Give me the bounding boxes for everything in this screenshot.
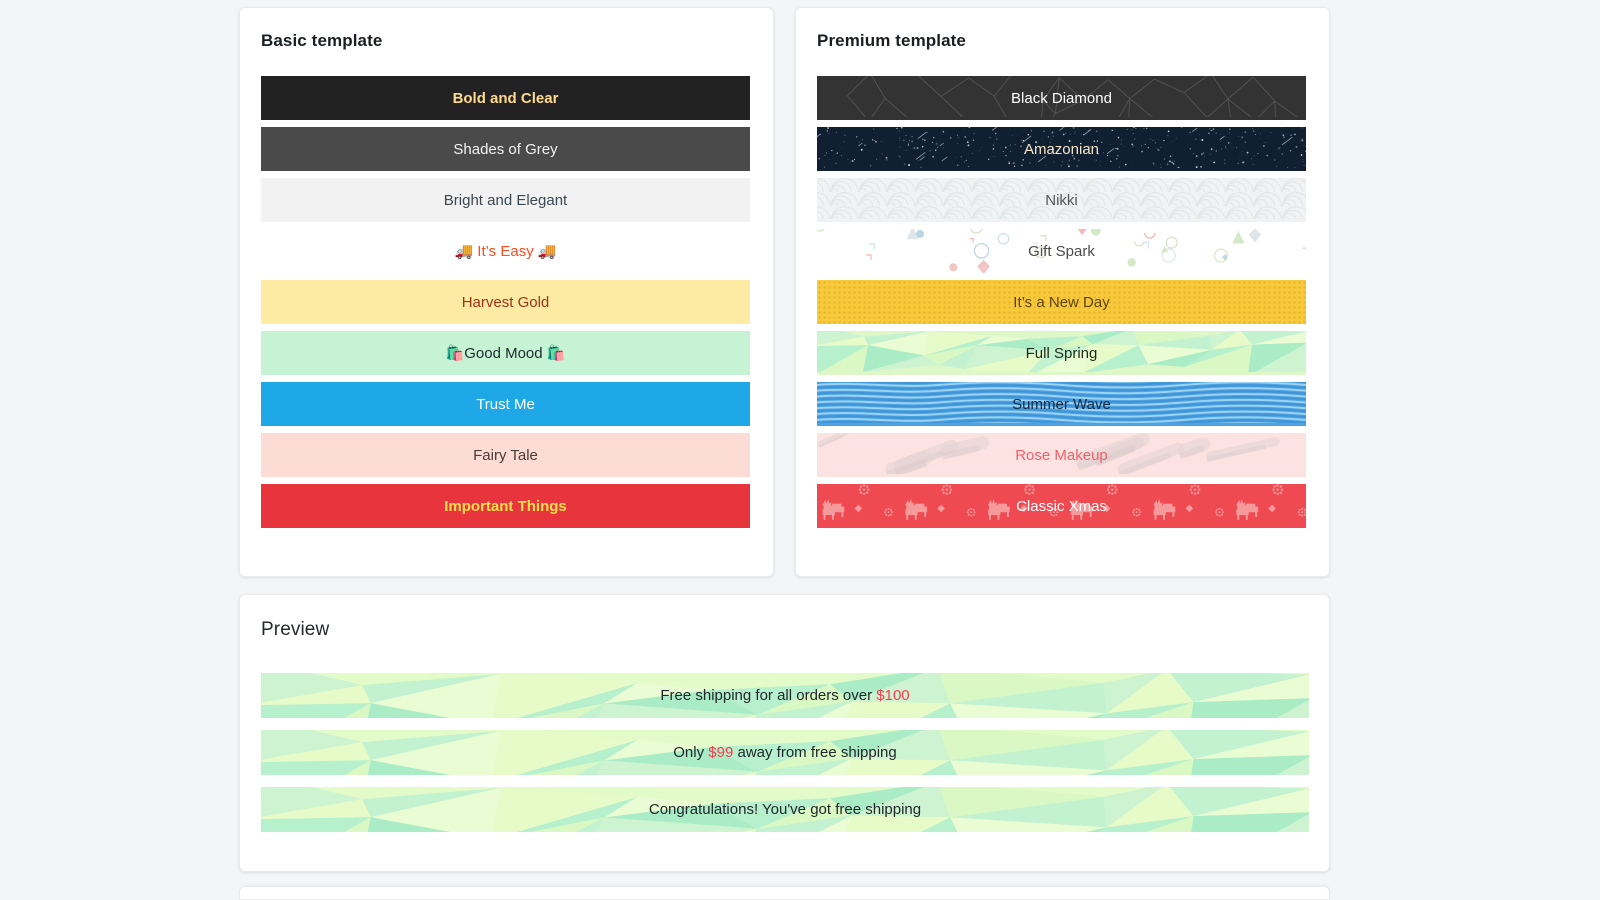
announcement-bar-label: Nikki — [1045, 191, 1078, 209]
announcement-bar-fairy-tale[interactable]: Fairy Tale — [261, 433, 750, 477]
premium-template-card: Premium template Black Diamond Amazonian N… — [795, 7, 1330, 577]
announcement-bar-rose-makeup[interactable]: Rose Makeup — [817, 433, 1306, 477]
announcement-bar-label: It’s a New Day — [1013, 293, 1110, 311]
announcement-bar-label: Important Things — [444, 497, 567, 515]
announcement-bar-shades-of-grey[interactable]: Shades of Grey — [261, 127, 750, 171]
announcement-bar-label: Free shipping for all orders over $100 — [660, 688, 909, 703]
announcement-bar-label: Rose Makeup — [1015, 446, 1108, 464]
announcement-bar-label: Amazonian — [1023, 140, 1100, 158]
announcement-bar-label: 🚚 It’s Easy 🚚 — [454, 242, 557, 260]
announcement-bar-nikki[interactable]: Nikki — [817, 178, 1306, 222]
announcement-bar-label: Trust Me — [476, 395, 535, 413]
basic-template-bar-list: Bold and Clear Shades of Grey Bright and E… — [261, 76, 750, 535]
announcement-bar-trust-me[interactable]: Trust Me — [261, 382, 750, 426]
preview-text-trailing: away from free shipping — [733, 744, 897, 761]
announcement-bar-summer-wave[interactable]: Summer Wave — [817, 382, 1306, 426]
announcement-bar-preview-congratulations[interactable]: Congratulations! You've got free shippin… — [261, 787, 1309, 832]
app-root: Basic template Bold and Clear Shades of G… — [0, 0, 1600, 900]
announcement-bar-preview-away-from-free-shipping[interactable]: Only $99 away from free shipping — [261, 730, 1309, 775]
announcement-bar-label: Gift Spark — [1028, 242, 1095, 260]
announcement-bar-bold-and-clear[interactable]: Bold and Clear — [261, 76, 750, 120]
announcement-bar-gift-spark[interactable]: Gift Spark — [817, 229, 1306, 273]
preview-bar-list: Free shipping for all orders over $100 On… — [261, 673, 1309, 844]
announcement-bar-harvest-gold[interactable]: Harvest Gold — [261, 280, 750, 324]
announcement-bar-its-easy[interactable]: 🚚 It’s Easy 🚚 — [261, 229, 750, 273]
premium-template-bar-list: Black Diamond Amazonian Nikki Gift Spark It’… — [817, 76, 1306, 535]
announcement-bar-its-a-new-day[interactable]: It’s a New Day — [817, 280, 1306, 324]
premium-template-title: Premium template — [817, 31, 966, 50]
announcement-bar-label: Classic Xmas — [1016, 497, 1107, 515]
announcement-bar-bright-and-elegant[interactable]: Bright and Elegant — [261, 178, 750, 222]
announcement-bar-good-mood[interactable]: 🛍️Good Mood 🛍️ — [261, 331, 750, 375]
announcement-bar-label: Bright and Elegant — [443, 191, 568, 209]
preview-amount: $100 — [876, 687, 910, 704]
basic-template-title: Basic template — [261, 31, 383, 50]
announcement-bar-label: Summer Wave — [1012, 395, 1111, 413]
announcement-bar-amazonian[interactable]: Amazonian — [817, 127, 1306, 171]
preview-card: Preview Free shipping for all orders ove… — [239, 594, 1330, 872]
announcement-bar-classic-xmas[interactable]: Classic Xmas — [817, 484, 1306, 528]
preview-amount: $99 — [708, 744, 734, 761]
basic-template-card: Basic template Bold and Clear Shades of G… — [239, 7, 774, 577]
announcement-bar-label: Fairy Tale — [473, 446, 538, 464]
announcement-bar-important-things[interactable]: Important Things — [261, 484, 750, 528]
announcement-bar-label: Full Spring — [1025, 344, 1098, 362]
announcement-bar-preview-free-shipping-threshold[interactable]: Free shipping for all orders over $100 — [261, 673, 1309, 718]
announcement-bar-label: Only $99 away from free shipping — [673, 745, 896, 760]
announcement-bar-black-diamond[interactable]: Black Diamond — [817, 76, 1306, 120]
announcement-bar-full-spring[interactable]: Full Spring — [817, 331, 1306, 375]
preview-text-leading: Congratulations! You've got free shippin… — [648, 801, 922, 818]
announcement-bar-label: Black Diamond — [1011, 89, 1112, 107]
next-card-sliver — [239, 886, 1330, 900]
announcement-bar-label: Bold and Clear — [452, 89, 559, 107]
announcement-bar-label: Shades of Grey — [453, 140, 558, 158]
preview-title: Preview — [261, 619, 330, 640]
announcement-bar-label: Harvest Gold — [461, 293, 550, 311]
announcement-bar-label: 🛍️Good Mood 🛍️ — [445, 344, 566, 362]
preview-text-leading: Only — [673, 744, 709, 761]
announcement-bar-label: Congratulations! You've got free shippin… — [649, 802, 921, 817]
preview-text-leading: Free shipping for all orders over — [660, 687, 877, 704]
